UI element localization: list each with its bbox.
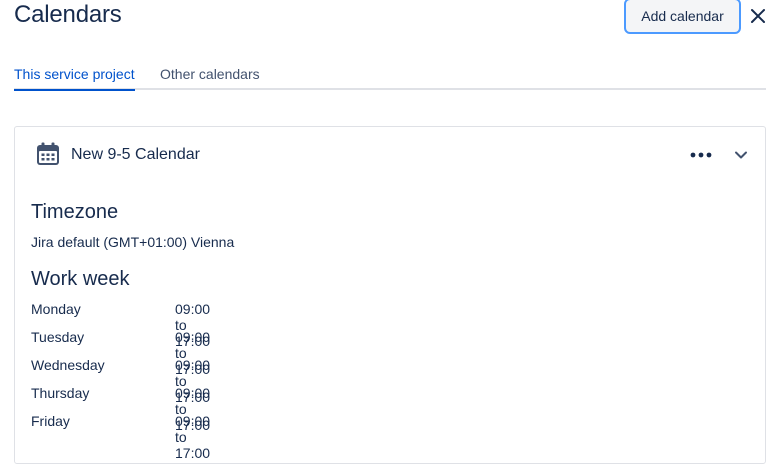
more-actions-button[interactable]	[687, 145, 715, 165]
day-name: Monday	[31, 301, 81, 317]
work-week-heading: Work week	[31, 268, 130, 290]
more-icon	[690, 152, 712, 158]
day-hours: 09:00 to 17:00	[175, 413, 211, 461]
add-calendar-button[interactable]: Add calendar	[624, 0, 741, 34]
tab-other-calendars[interactable]: Other calendars	[160, 66, 260, 88]
day-name: Friday	[31, 413, 70, 429]
calendar-icon	[37, 142, 59, 165]
close-icon	[751, 9, 765, 23]
timezone-value: Jira default (GMT+01:00) Vienna	[31, 234, 235, 250]
page-title: Calendars	[14, 1, 122, 28]
day-name: Thursday	[31, 385, 90, 401]
day-name: Tuesday	[31, 329, 85, 345]
chevron-down-icon	[735, 151, 747, 159]
expand-toggle-button[interactable]	[731, 145, 751, 165]
tab-this-service-project[interactable]: This service project	[14, 66, 135, 91]
tab-bar: This service project Other calendars	[14, 62, 766, 91]
timezone-heading: Timezone	[31, 201, 119, 223]
calendar-name: New 9-5 Calendar	[71, 146, 200, 163]
close-button[interactable]	[747, 4, 769, 28]
day-name: Wednesday	[31, 357, 105, 373]
calendar-card: New 9-5 Calendar Timezone Jira default (…	[14, 126, 766, 464]
